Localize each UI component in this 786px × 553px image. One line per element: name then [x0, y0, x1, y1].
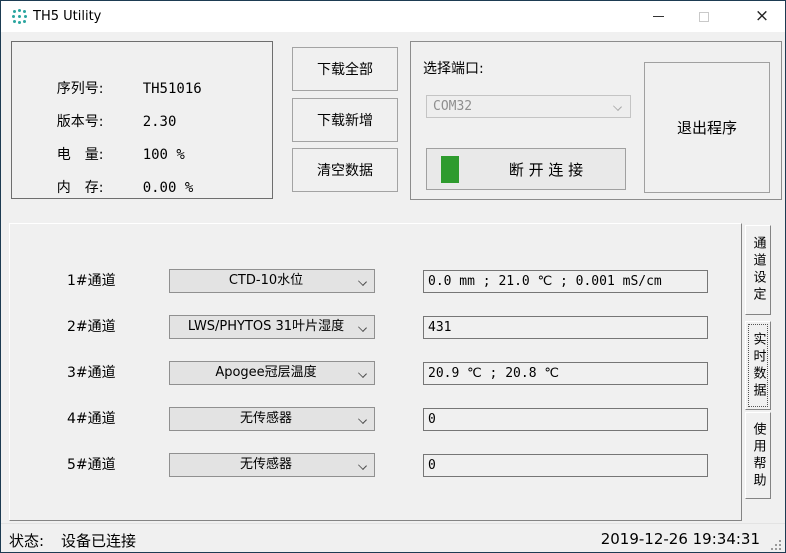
channel-5-sensor-value: 无传感器: [240, 457, 292, 472]
tab-help[interactable]: 使用帮助: [745, 412, 771, 499]
clear-data-button[interactable]: 清空数据: [292, 148, 398, 192]
channel-1-sensor-value: CTD-10水位: [229, 273, 303, 288]
chevron-down-icon: [358, 415, 367, 424]
battery-row: 电 量:100 %: [30, 128, 185, 146]
channel-3-reading[interactable]: 20.9 ℃ ; 20.8 ℃: [423, 362, 708, 385]
channel-4-reading[interactable]: 0: [423, 408, 708, 431]
channel-1-sensor-select[interactable]: CTD-10水位: [169, 269, 375, 293]
resize-grip[interactable]: [769, 538, 781, 550]
realtime-data-panel: 1#通道 CTD-10水位 0.0 mm ; 21.0 ℃ ; 0.001 mS…: [9, 223, 742, 521]
connection-indicator-icon: [441, 156, 459, 183]
channel-2-sensor-select[interactable]: LWS/PHYTOS 31叶片湿度: [169, 315, 375, 339]
download-new-button[interactable]: 下载新增: [292, 98, 398, 142]
close-button[interactable]: ×: [739, 1, 785, 32]
title-bar: TH5 Utility ×: [1, 1, 785, 32]
disconnect-button[interactable]: 断 开 连 接: [426, 148, 626, 190]
chevron-down-icon: [358, 323, 367, 332]
memory-row: 内 存:0.00 %: [30, 161, 193, 179]
device-info-panel: 序列号:TH51016 版本号:2.30 电 量:100 % 内 存:0.00 …: [11, 41, 273, 199]
tab-channel-settings[interactable]: 通道设定: [745, 225, 771, 315]
chevron-down-icon: [358, 277, 367, 286]
port-combobox-value: COM32: [433, 99, 472, 114]
app-window: TH5 Utility × 序列号:TH51016 版本号:2.30 电 量:1…: [0, 0, 786, 553]
channel-5-reading[interactable]: 0: [423, 454, 708, 477]
status-value: 设备已连接: [61, 530, 136, 551]
channel-1-reading[interactable]: 0.0 mm ; 21.0 ℃ ; 0.001 mS/cm: [423, 270, 708, 293]
minimize-button[interactable]: [635, 1, 681, 32]
chevron-down-icon: [613, 102, 622, 111]
channel-2-reading[interactable]: 431: [423, 316, 708, 339]
status-bar: 状态: 设备已连接 2019-12-26 19:34:31: [1, 523, 785, 553]
channel-4-sensor-select[interactable]: 无传感器: [169, 407, 375, 431]
port-select-label: 选择端口:: [423, 58, 484, 78]
channel-2-label: 2#通道: [67, 315, 137, 339]
channel-5-label: 5#通道: [67, 453, 137, 477]
maximize-button[interactable]: [681, 1, 727, 32]
port-combobox[interactable]: COM32: [426, 95, 631, 118]
channel-1-label: 1#通道: [67, 269, 137, 293]
app-icon: [11, 8, 28, 25]
version-row: 版本号:2.30: [30, 95, 176, 113]
channel-4-label: 4#通道: [67, 407, 137, 431]
memory-label: 内 存:: [57, 177, 143, 197]
exit-program-button[interactable]: 退出程序: [644, 62, 770, 193]
close-icon: ×: [755, 8, 769, 25]
status-label: 状态:: [9, 530, 44, 551]
download-all-button[interactable]: 下载全部: [292, 47, 398, 91]
chevron-down-icon: [358, 369, 367, 378]
channel-5-sensor-select[interactable]: 无传感器: [169, 453, 375, 477]
channel-2-sensor-value: LWS/PHYTOS 31叶片湿度: [188, 319, 344, 334]
memory-value: 0.00 %: [143, 180, 194, 196]
channel-3-sensor-select[interactable]: Apogee冠层温度: [169, 361, 375, 385]
chevron-down-icon: [358, 461, 367, 470]
serial-number-row: 序列号:TH51016: [30, 62, 202, 80]
minimize-icon: [653, 16, 664, 17]
channel-3-label: 3#通道: [67, 361, 137, 385]
maximize-icon: [699, 12, 709, 22]
channel-3-sensor-value: Apogee冠层温度: [215, 365, 316, 380]
channel-4-sensor-value: 无传感器: [240, 411, 292, 426]
tab-realtime-data[interactable]: 实时数据: [745, 321, 771, 410]
window-title: TH5 Utility: [33, 1, 101, 32]
status-datetime: 2019-12-26 19:34:31: [601, 530, 760, 548]
connection-frame: 选择端口: COM32 断 开 连 接 退出程序: [410, 41, 782, 200]
disconnect-button-label: 断 开 连 接: [467, 149, 625, 189]
